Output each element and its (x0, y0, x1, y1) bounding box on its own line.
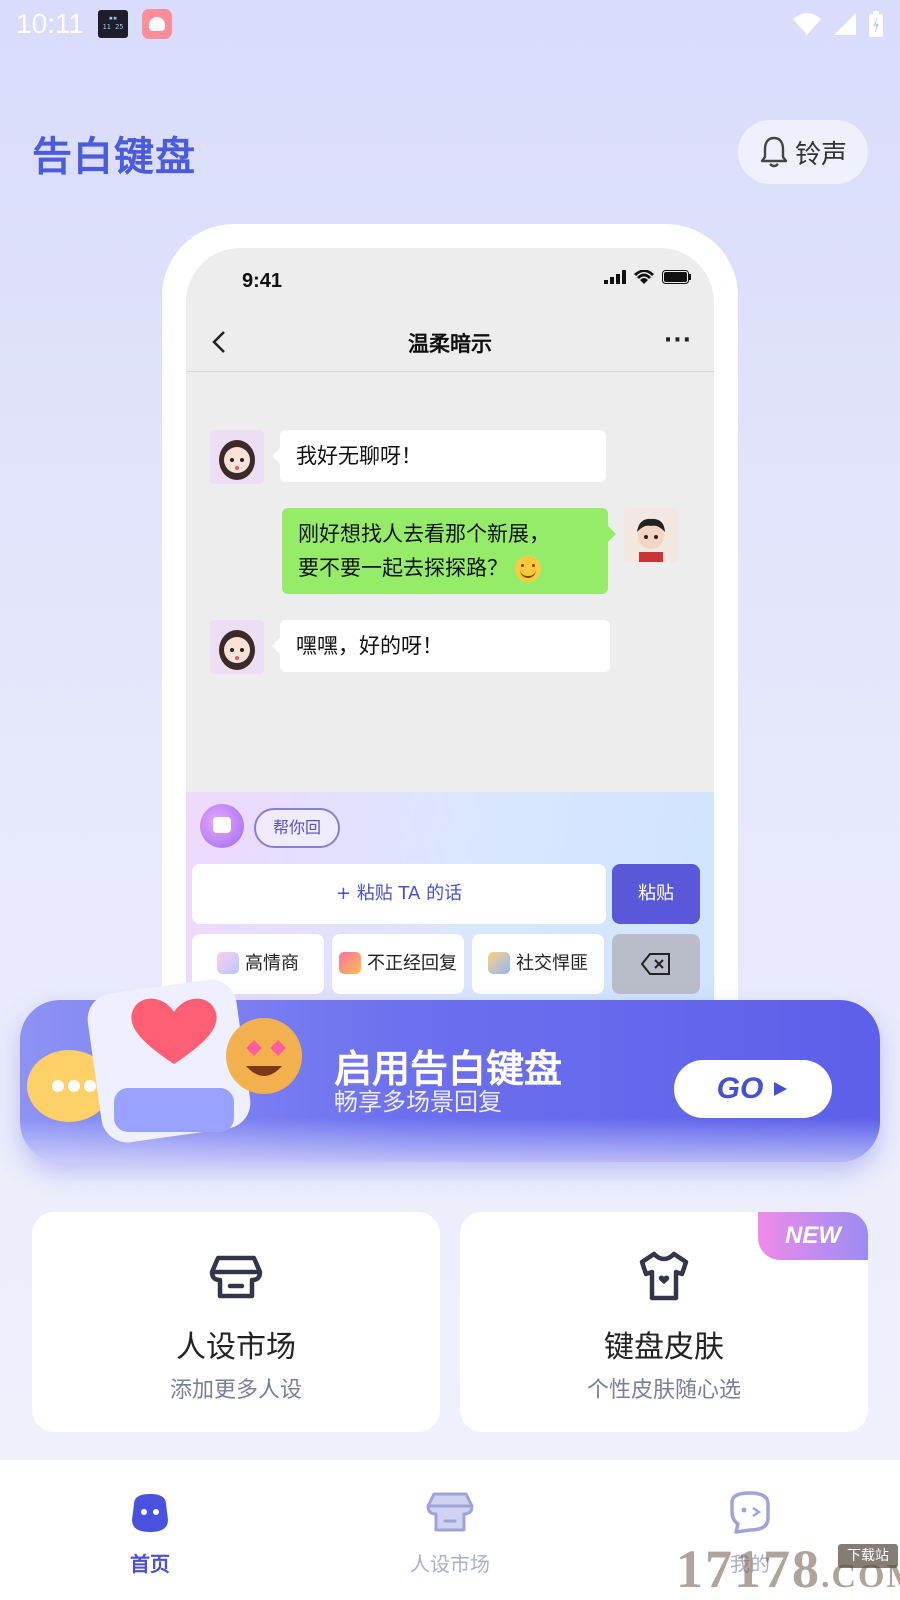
nav-label: 人设市场 (410, 1552, 490, 1576)
battery-icon (869, 11, 883, 37)
card-title: 人设市场 (176, 1330, 296, 1365)
chat-header: 温柔暗示 ··· (186, 312, 714, 372)
person-icon (488, 951, 510, 974)
delete-key[interactable] (612, 934, 700, 994)
key-label: 社交悍匪 (516, 953, 588, 974)
chat-title: 温柔暗示 (408, 332, 492, 356)
clock-app-notification-icon: ▪▪ 11 25 (98, 10, 128, 38)
nav-item-home[interactable]: 首页 (0, 1460, 300, 1600)
phone-screen: 9:41 温柔暗示 ··· 我好无聊呀！ 刚好想找人去看那个新展， 要不要一起去… (186, 248, 714, 1004)
card-subtitle: 添加更多人设 (169, 1378, 302, 1403)
key-label: 不正经回复 (367, 953, 457, 974)
avatar (210, 430, 264, 484)
message-line: 要不要一起去探探路？ (298, 551, 592, 585)
watermark-text: 17178 (676, 1539, 821, 1599)
tshirt-icon (639, 1251, 689, 1301)
message-line-text: 要不要一起去探探路？ (298, 556, 508, 580)
signal-icon (604, 270, 626, 284)
persona-market-card[interactable]: 人设市场 添加更多人设 (32, 1212, 440, 1432)
phone-status-bar: 9:41 (186, 248, 714, 308)
more-icon[interactable]: ··· (664, 328, 692, 353)
avatar (624, 508, 678, 562)
heart-keyboard-illustration (27, 979, 302, 1143)
banner-subtitle: 畅享多场景回复 (334, 1088, 502, 1116)
keyboard-skin-card[interactable]: NEW 键盘皮肤 个性皮肤随心选 (460, 1212, 868, 1432)
play-icon (774, 1082, 788, 1096)
go-button[interactable]: GO (674, 1060, 832, 1118)
nav-label: 首页 (130, 1552, 170, 1576)
key-social-bandit[interactable]: 社交悍匪 (472, 934, 604, 994)
phone-time: 9:41 (242, 270, 283, 292)
status-time: 10:11 (16, 8, 84, 39)
chat-bubble-outgoing: 刚好想找人去看那个新展， 要不要一起去探探路？ (282, 508, 616, 594)
phone-status-icons (604, 270, 692, 284)
go-label: GO (716, 1072, 764, 1105)
chat-bubble-incoming: 嘿嘿，好的呀！ (272, 620, 610, 672)
signal-icon (834, 13, 856, 35)
backspace-icon (641, 953, 670, 975)
message-line: 刚好想找人去看那个新展， (298, 522, 550, 546)
key-playful-reply[interactable]: 不正经回复 (332, 934, 464, 994)
status-bar: 10:11 ▪▪ 11 25 (0, 0, 900, 50)
battery-icon (662, 270, 691, 284)
bell-icon (760, 136, 788, 168)
keyboard-logo-icon (200, 804, 244, 848)
smile-emoji-icon (514, 556, 541, 582)
chat-bubble-incoming: 我好无聊呀！ (272, 430, 606, 482)
store-icon (426, 1492, 474, 1532)
nav-item-persona-market[interactable]: 人设市场 (300, 1460, 600, 1600)
home-face-icon (132, 1494, 168, 1532)
ringtone-label: 铃声 (794, 139, 847, 170)
heart-icon (339, 951, 361, 974)
profile-face-icon (730, 1491, 770, 1534)
page-title: 告白键盘 (32, 134, 196, 180)
avatar (210, 620, 264, 674)
phone-preview: 9:41 温柔暗示 ··· 我好无聊呀！ 刚好想找人去看那个新展， 要不要一起去… (162, 224, 738, 1004)
paste-button[interactable]: 粘贴 (612, 864, 700, 924)
wifi-icon (793, 13, 821, 35)
card-subtitle: 个性皮肤随心选 (586, 1378, 741, 1403)
card-title: 键盘皮肤 (604, 1330, 724, 1365)
ringtone-button[interactable]: 铃声 (738, 120, 868, 184)
wifi-icon (634, 270, 654, 284)
paste-field[interactable]: + 粘贴 TA 的话 (192, 864, 606, 924)
new-badge: NEW (758, 1212, 868, 1260)
store-icon (209, 1255, 263, 1299)
status-icons (792, 10, 884, 38)
watermark-tag: 下载站 (838, 1544, 898, 1568)
help-reply-chip[interactable]: 帮你回 (254, 808, 340, 848)
app-notification-icon (142, 9, 172, 39)
